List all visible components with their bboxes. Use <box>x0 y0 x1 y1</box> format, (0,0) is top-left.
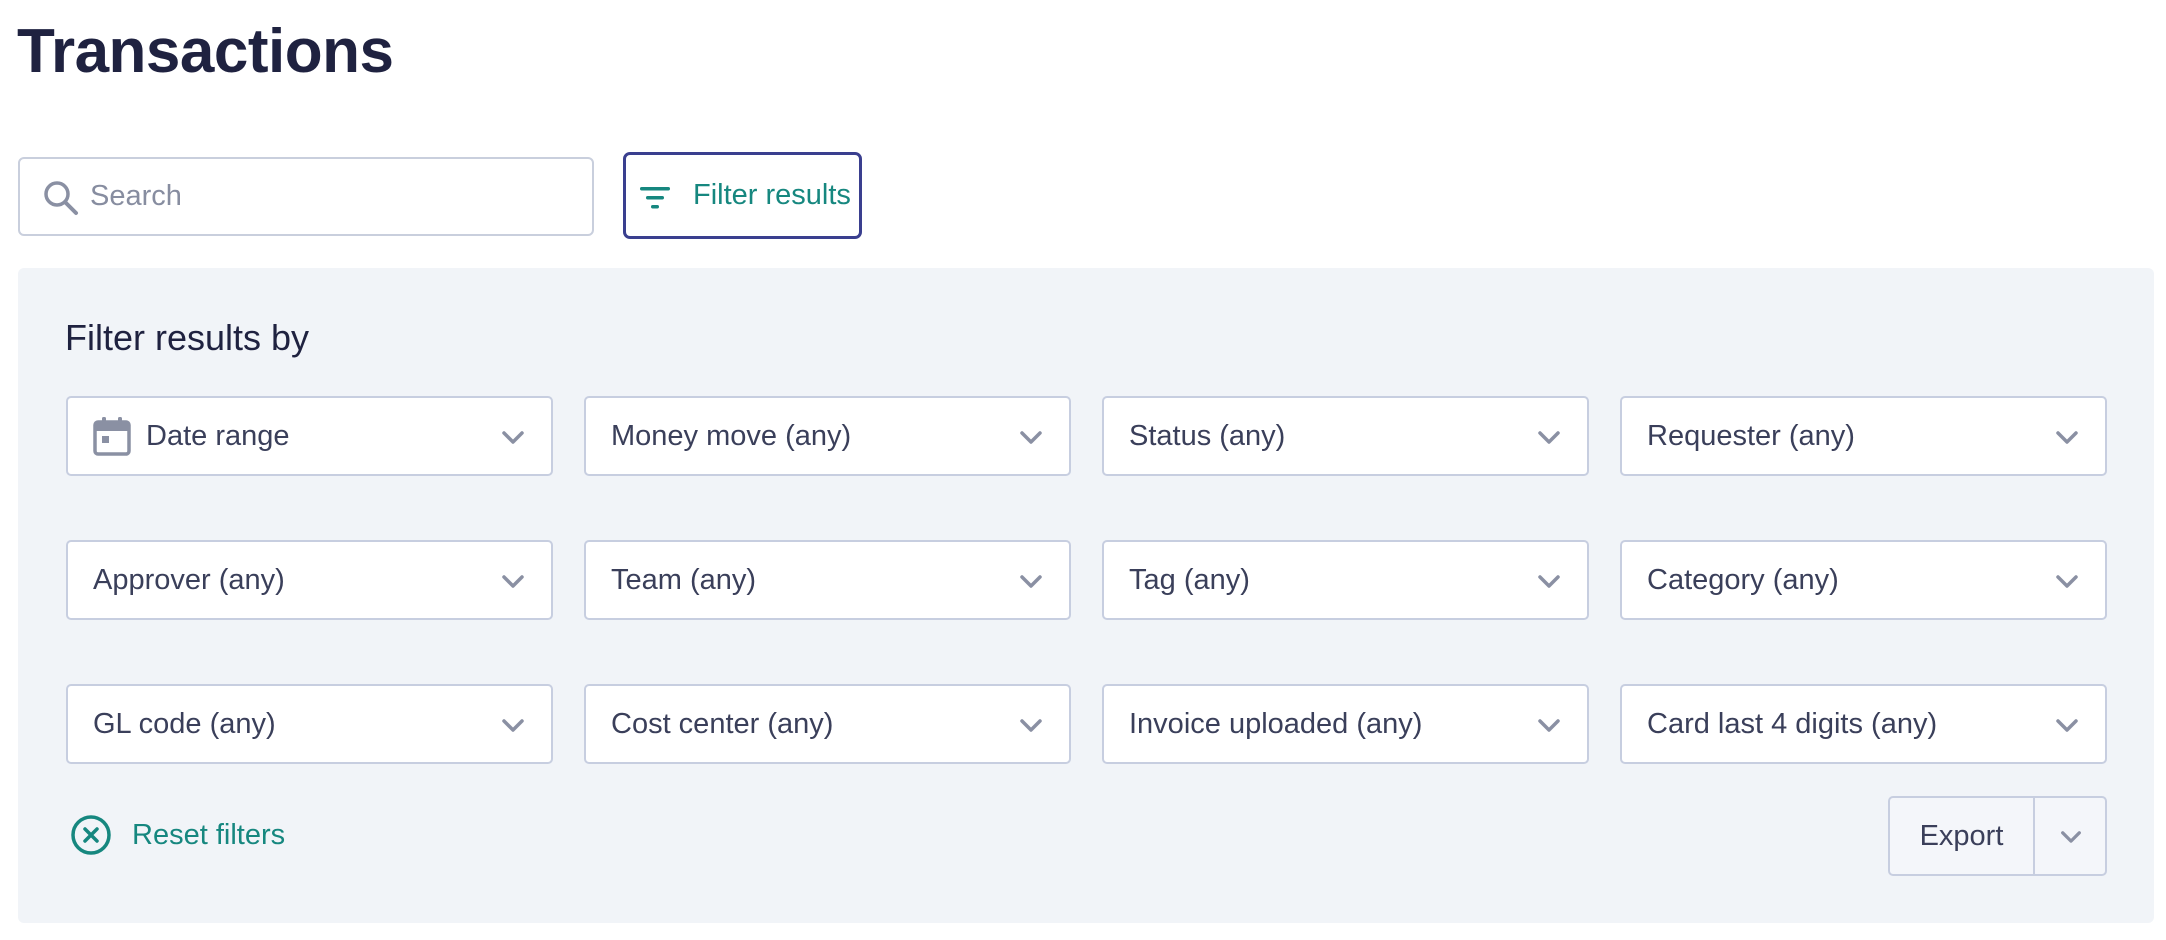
chevron-down-icon <box>1538 431 1560 444</box>
filter-icon <box>640 187 670 209</box>
team-dropdown[interactable]: Team (any) <box>584 540 1071 620</box>
chevron-down-icon <box>1020 431 1042 444</box>
gl-code-dropdown[interactable]: GL code (any) <box>66 684 553 764</box>
reset-filters-button[interactable]: Reset filters <box>70 813 285 857</box>
chevron-down-icon <box>2056 719 2078 732</box>
money-move-dropdown[interactable]: Money move (any) <box>584 396 1071 476</box>
tag-dropdown[interactable]: Tag (any) <box>1102 540 1589 620</box>
date-range-label: Date range <box>146 419 290 452</box>
close-circle-icon <box>71 815 111 855</box>
export-button[interactable]: Export <box>1890 798 2035 874</box>
approver-label: Approver (any) <box>93 563 285 596</box>
search-box[interactable] <box>18 157 594 236</box>
status-dropdown[interactable]: Status (any) <box>1102 396 1589 476</box>
filter-results-button[interactable]: Filter results <box>623 152 862 239</box>
chevron-down-icon <box>2056 575 2078 588</box>
invoice-uploaded-label: Invoice uploaded (any) <box>1129 707 1423 740</box>
team-label: Team (any) <box>611 563 757 596</box>
reset-filters-label: Reset filters <box>132 818 286 851</box>
chevron-down-icon <box>1538 719 1560 732</box>
search-icon <box>44 181 78 215</box>
card-last-4-label: Card last 4 digits (any) <box>1647 707 1938 740</box>
chevron-down-icon <box>1020 575 1042 588</box>
category-label: Category (any) <box>1647 563 1839 596</box>
tag-label: Tag (any) <box>1129 563 1250 596</box>
cost-center-dropdown[interactable]: Cost center (any) <box>584 684 1071 764</box>
requester-label: Requester (any) <box>1647 419 1855 452</box>
card-last-4-dropdown[interactable]: Card last 4 digits (any) <box>1620 684 2107 764</box>
gl-code-label: GL code (any) <box>93 707 276 740</box>
filter-results-label: Filter results <box>693 179 851 211</box>
chevron-down-icon <box>502 719 524 732</box>
chevron-down-icon <box>502 431 524 444</box>
chevron-down-icon <box>2061 831 2081 843</box>
approver-dropdown[interactable]: Approver (any) <box>66 540 553 620</box>
invoice-uploaded-dropdown[interactable]: Invoice uploaded (any) <box>1102 684 1589 764</box>
calendar-icon <box>93 417 131 456</box>
category-dropdown[interactable]: Category (any) <box>1620 540 2107 620</box>
filter-panel: Filter results by Date range Money move … <box>18 268 2154 923</box>
chevron-down-icon <box>1020 719 1042 732</box>
cost-center-label: Cost center (any) <box>611 707 834 740</box>
money-move-label: Money move (any) <box>611 419 852 452</box>
date-range-dropdown[interactable]: Date range <box>66 396 553 476</box>
page-title: Transactions <box>17 17 394 86</box>
search-input[interactable] <box>90 159 582 234</box>
filter-panel-title: Filter results by <box>65 317 310 358</box>
export-options-toggle[interactable] <box>2035 798 2105 874</box>
chevron-down-icon <box>1538 575 1560 588</box>
chevron-down-icon <box>2056 431 2078 444</box>
chevron-down-icon <box>502 575 524 588</box>
export-split-button: Export <box>1888 796 2107 876</box>
requester-dropdown[interactable]: Requester (any) <box>1620 396 2107 476</box>
status-label: Status (any) <box>1129 419 1286 452</box>
